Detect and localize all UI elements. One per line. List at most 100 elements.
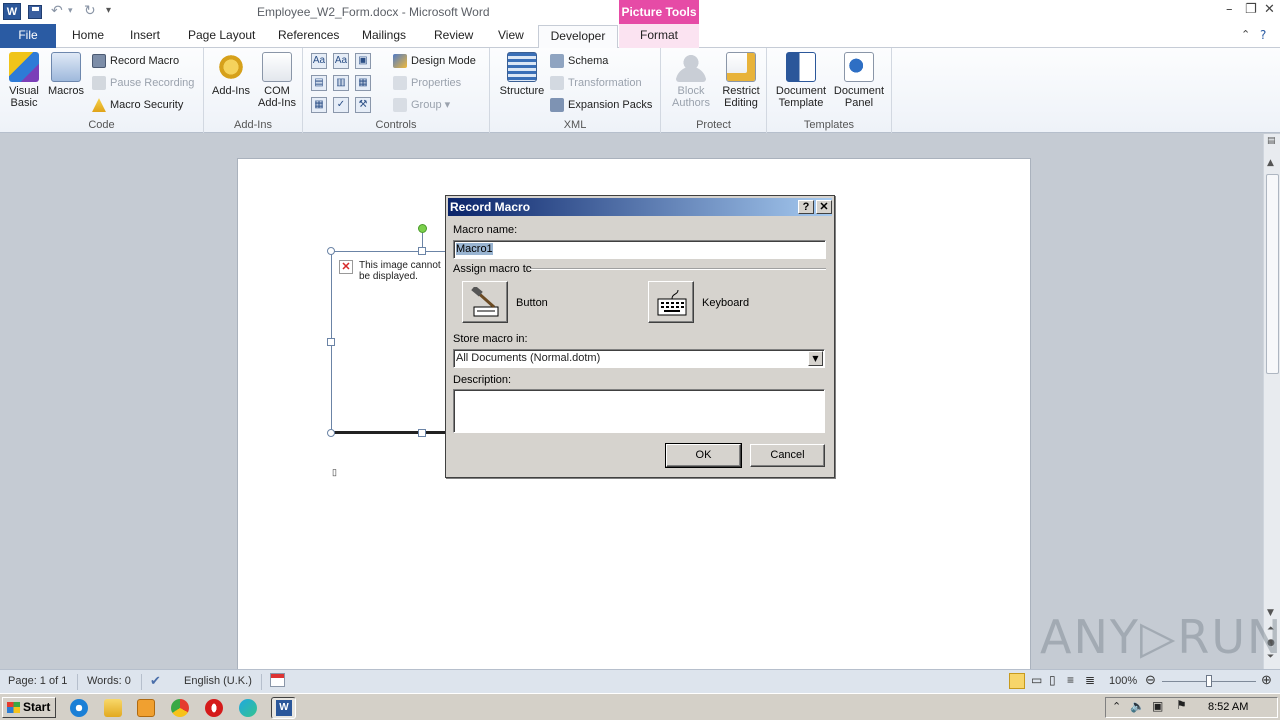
- save-icon[interactable]: [28, 5, 42, 19]
- description-textarea[interactable]: [453, 389, 825, 433]
- action-center-flag-icon[interactable]: ⚑: [1176, 698, 1187, 712]
- tab-review[interactable]: Review: [434, 28, 473, 42]
- scroll-up-icon[interactable]: ▲: [1267, 158, 1274, 168]
- outline-icon[interactable]: ≡: [1067, 673, 1074, 687]
- dialog-help-button[interactable]: ?: [798, 200, 814, 214]
- tab-file[interactable]: File: [0, 24, 56, 48]
- picture-control-icon[interactable]: ▣: [355, 53, 371, 69]
- help-icon[interactable]: ?: [1260, 28, 1266, 42]
- ruler-toggle-icon[interactable]: ▤: [1267, 136, 1276, 146]
- block-authors-button[interactable]: Block Authors: [667, 52, 715, 109]
- properties-button[interactable]: Properties: [393, 74, 461, 92]
- web-layout-icon[interactable]: ▯: [1049, 673, 1056, 687]
- minimize-icon[interactable]: –: [1226, 2, 1233, 17]
- repeat-icon[interactable]: ↻: [84, 3, 96, 19]
- word-taskbar-button[interactable]: W: [271, 697, 296, 719]
- ribbon: Visual Basic Macros Record Macro Pause R…: [0, 48, 1280, 133]
- zoom-in-icon[interactable]: ⊕: [1261, 672, 1272, 688]
- cancel-button[interactable]: Cancel: [750, 444, 825, 467]
- tab-view[interactable]: View: [498, 28, 524, 42]
- macro-recording-icon[interactable]: [270, 673, 285, 687]
- tray-expand-icon[interactable]: ⌃: [1112, 700, 1121, 713]
- customize-qat-icon[interactable]: ▾: [106, 5, 111, 16]
- media-player-icon[interactable]: [137, 699, 155, 717]
- legacy-tools-icon[interactable]: ⚒: [355, 97, 371, 113]
- undo-icon[interactable]: ↶: [51, 3, 63, 19]
- plain-text-control-icon[interactable]: Aa: [333, 53, 349, 69]
- macro-security-button[interactable]: Macro Security: [92, 96, 183, 114]
- tab-format[interactable]: Format: [619, 24, 699, 48]
- tab-references[interactable]: References: [278, 28, 339, 42]
- assign-button-button[interactable]: [462, 281, 508, 323]
- resize-handle-left[interactable]: [327, 338, 335, 346]
- folder-icon[interactable]: [104, 699, 122, 717]
- rich-text-control-icon[interactable]: Aa: [311, 53, 327, 69]
- resize-handle-bottom[interactable]: [418, 429, 426, 437]
- macros-button[interactable]: Macros: [46, 52, 86, 97]
- print-layout-icon[interactable]: [1009, 673, 1025, 689]
- taskbar-clock[interactable]: 8:52 AM: [1208, 701, 1248, 713]
- tab-page-layout[interactable]: Page Layout: [188, 28, 255, 42]
- image-frame-bottom-border: [331, 431, 446, 434]
- undo-dropdown-icon[interactable]: ▾: [68, 6, 73, 16]
- structure-button[interactable]: Structure: [494, 52, 550, 97]
- minimize-ribbon-icon[interactable]: ⌃: [1241, 28, 1250, 41]
- tab-home[interactable]: Home: [72, 28, 104, 42]
- tab-mailings[interactable]: Mailings: [362, 28, 406, 42]
- group-button[interactable]: Group ▾: [393, 96, 450, 114]
- vertical-scrollbar[interactable]: ▤ ▲ ▼ ⏶ ● ⏷: [1263, 134, 1280, 669]
- word-count[interactable]: Words: 0: [87, 675, 131, 687]
- schema-button[interactable]: Schema: [550, 52, 608, 70]
- design-mode-button[interactable]: Design Mode: [393, 52, 476, 70]
- addins-button[interactable]: Add-Ins: [208, 52, 254, 97]
- resize-handle-bottom-left[interactable]: [327, 429, 335, 437]
- proofing-icon[interactable]: ✔: [150, 673, 161, 689]
- checkbox-control-icon[interactable]: ✓: [333, 97, 349, 113]
- zoom-level[interactable]: 100%: [1109, 675, 1137, 687]
- tab-developer[interactable]: Developer: [538, 25, 618, 49]
- start-button[interactable]: Start: [2, 697, 56, 718]
- edge-icon[interactable]: [239, 699, 257, 717]
- ok-button[interactable]: OK: [665, 443, 742, 468]
- date-picker-control-icon[interactable]: ▦: [311, 97, 327, 113]
- com-addins-button[interactable]: COM Add-Ins: [254, 52, 300, 109]
- word-app-icon[interactable]: W: [3, 3, 21, 20]
- building-block-control-icon[interactable]: ▤: [311, 75, 327, 91]
- macro-name-input[interactable]: Macro1: [453, 240, 826, 259]
- expansion-packs-button[interactable]: Expansion Packs: [550, 96, 652, 114]
- store-macro-select[interactable]: All Documents (Normal.dotm) ▼: [453, 349, 825, 368]
- pause-recording-button[interactable]: Pause Recording: [92, 74, 194, 92]
- close-icon[interactable]: ✕: [1264, 2, 1275, 17]
- visual-basic-button[interactable]: Visual Basic: [4, 52, 44, 109]
- visual-basic-icon: [9, 52, 39, 82]
- document-template-button[interactable]: Document Template: [771, 52, 831, 109]
- internet-explorer-icon[interactable]: [70, 699, 88, 717]
- chrome-icon[interactable]: [171, 699, 189, 717]
- volume-icon[interactable]: 🔈: [1130, 699, 1145, 713]
- scroll-thumb[interactable]: [1266, 174, 1279, 374]
- network-icon[interactable]: ▣: [1152, 699, 1163, 713]
- tab-insert[interactable]: Insert: [130, 28, 160, 42]
- group-addins: Add-Ins COM Add-Ins Add-Ins: [204, 48, 303, 133]
- full-screen-reading-icon[interactable]: ▭: [1031, 673, 1042, 687]
- resize-handle-top[interactable]: [418, 247, 426, 255]
- chevron-down-icon[interactable]: ▼: [808, 351, 823, 366]
- language-indicator[interactable]: English (U.K.): [184, 675, 252, 687]
- resize-handle-top-left[interactable]: [327, 247, 335, 255]
- zoom-slider-knob[interactable]: [1206, 675, 1212, 687]
- document-panel-button[interactable]: Document Panel: [829, 52, 889, 109]
- opera-icon[interactable]: [205, 699, 223, 717]
- restrict-editing-button[interactable]: Restrict Editing: [717, 52, 765, 109]
- dropdown-control-icon[interactable]: ▦: [355, 75, 371, 91]
- zoom-out-icon[interactable]: ⊖: [1145, 672, 1156, 688]
- page-count[interactable]: Page: 1 of 1: [8, 675, 67, 687]
- assign-keyboard-button[interactable]: [648, 281, 694, 323]
- dialog-title-bar[interactable]: Record Macro ? ✕: [448, 198, 832, 216]
- restore-icon[interactable]: ❐: [1245, 2, 1257, 17]
- rotation-handle[interactable]: [418, 224, 427, 233]
- transformation-button[interactable]: Transformation: [550, 74, 642, 92]
- dialog-close-button[interactable]: ✕: [816, 200, 832, 214]
- combo-box-control-icon[interactable]: ▥: [333, 75, 349, 91]
- draft-icon[interactable]: ≣: [1085, 673, 1095, 687]
- record-macro-button[interactable]: Record Macro: [92, 52, 179, 70]
